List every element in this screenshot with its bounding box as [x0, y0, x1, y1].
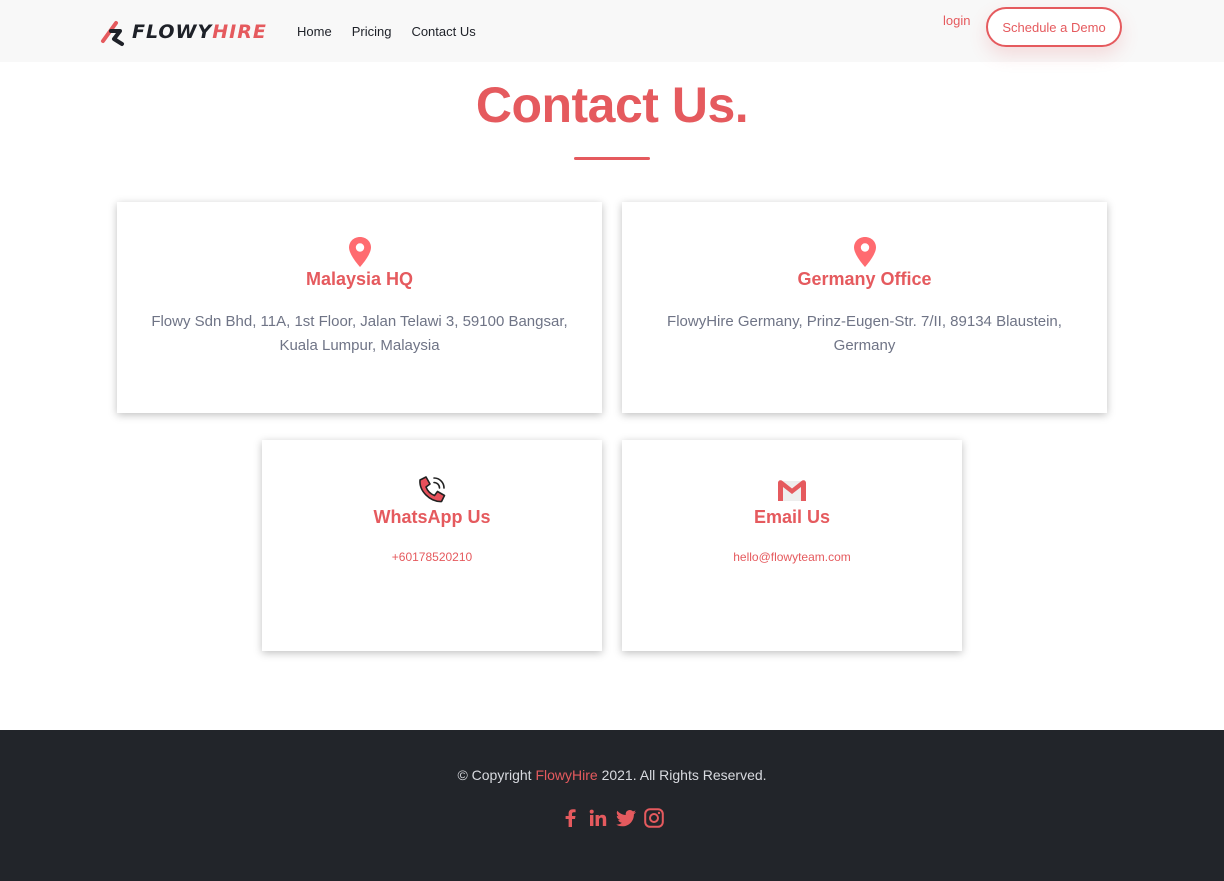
- email-link[interactable]: hello@flowyteam.com: [622, 550, 962, 564]
- logo-text-flowy: FLOWY: [132, 21, 213, 43]
- card-heading: Email Us: [753, 507, 831, 527]
- linkedin-icon[interactable]: [587, 806, 609, 830]
- copyright-prefix: © Copyright: [457, 767, 536, 783]
- title-underline: [574, 157, 650, 160]
- whatsapp-number-link[interactable]: +60178520210: [262, 550, 602, 564]
- map-pin-icon: [348, 237, 371, 267]
- instagram-icon[interactable]: [643, 806, 665, 830]
- page-title: Contact Us.: [475, 77, 749, 133]
- card-address: Flowy Sdn Bhd, 11A, 1st Floor, Jalan Tel…: [151, 313, 568, 354]
- site-footer: © Copyright FlowyHire 2021. All Rights R…: [0, 730, 1224, 881]
- nav-home[interactable]: Home: [297, 24, 332, 39]
- schedule-demo-button[interactable]: Schedule a Demo: [986, 7, 1122, 47]
- twitter-icon[interactable]: [615, 806, 637, 830]
- flowyhire-logo[interactable]: FLOWYHIRE: [100, 17, 267, 47]
- nav-pricing[interactable]: Pricing: [352, 24, 392, 39]
- card-address: FlowyHire Germany, Prinz-Eugen-Str. 7/II…: [667, 313, 1062, 354]
- contact-card-email: Email Us hello@flowyteam.com: [622, 440, 962, 651]
- map-pin-icon: [853, 237, 876, 267]
- card-heading: Germany Office: [797, 269, 932, 289]
- gmail-icon: [778, 480, 806, 501]
- logo-text: FLOWYHIRE: [132, 21, 267, 43]
- copyright-suffix: 2021. All Rights Reserved.: [597, 767, 767, 783]
- card-heading: Malaysia HQ: [305, 269, 414, 289]
- contact-card-germany: Germany Office FlowyHire Germany, Prinz-…: [622, 202, 1107, 413]
- social-links: [0, 806, 1224, 830]
- phone-icon: [419, 476, 446, 503]
- site-header: FLOWYHIRE Home Pricing Contact Us login …: [0, 0, 1224, 62]
- contact-card-whatsapp: WhatsApp Us +60178520210: [262, 440, 602, 651]
- login-link[interactable]: login: [943, 13, 970, 28]
- main-nav: Home Pricing Contact Us: [297, 24, 476, 39]
- contact-card-malaysia: Malaysia HQ Flowy Sdn Bhd, 11A, 1st Floo…: [117, 202, 602, 413]
- logo-mark-icon: [101, 21, 124, 46]
- logo-text-hire: HIRE: [212, 21, 267, 43]
- copyright-brand-link[interactable]: FlowyHire: [535, 767, 597, 783]
- card-heading: WhatsApp Us: [373, 507, 491, 527]
- nav-contact-us[interactable]: Contact Us: [411, 24, 475, 39]
- facebook-icon[interactable]: [559, 806, 581, 830]
- copyright-text: © Copyright FlowyHire 2021. All Rights R…: [0, 767, 1224, 783]
